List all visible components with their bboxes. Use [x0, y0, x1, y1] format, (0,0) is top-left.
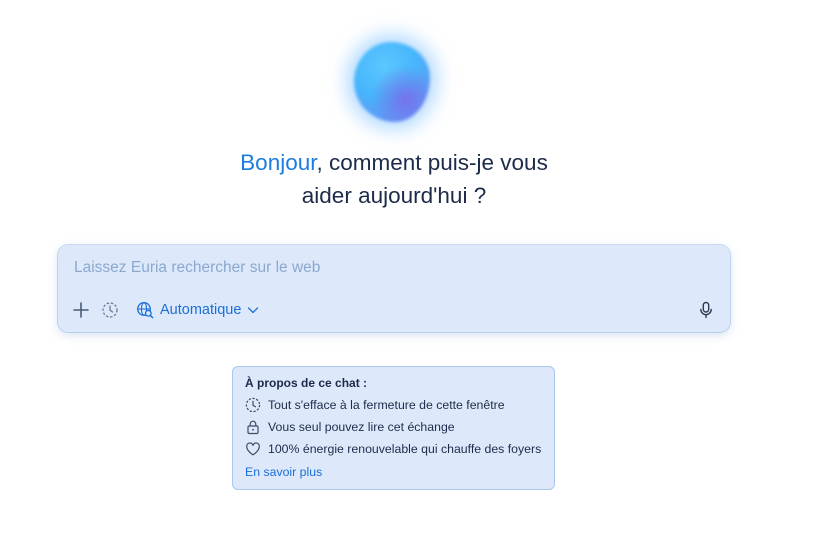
globe-search-icon	[137, 302, 154, 319]
add-attachment-button[interactable]	[70, 299, 92, 321]
page: Bonjour, comment puis-je vous aider aujo…	[0, 0, 824, 548]
learn-more-link[interactable]: En savoir plus	[245, 465, 322, 479]
chevron-down-icon	[248, 307, 259, 314]
greeting-heading: Bonjour, comment puis-je vous aider aujo…	[0, 146, 788, 212]
plus-icon	[73, 302, 89, 318]
info-card-title: À propos de ce chat :	[245, 376, 368, 390]
euria-blob-icon	[354, 42, 430, 122]
heart-icon	[244, 440, 261, 457]
info-item-ephemeral: Tout s'efface à la fermeture de cette fe…	[244, 396, 505, 413]
info-item-energy: 100% énergie renouvelable qui chauffe de…	[244, 440, 541, 457]
search-mode-select[interactable]: Automatique	[136, 298, 259, 322]
voice-input-button[interactable]	[695, 299, 717, 321]
prompt-box: Automatique	[58, 245, 730, 332]
ephemeral-chat-button[interactable]	[99, 299, 121, 321]
info-item-text: Tout s'efface à la fermeture de cette fe…	[268, 397, 505, 412]
microphone-icon	[700, 301, 712, 319]
info-item-text: Vous seul pouvez lire cet échange	[268, 419, 455, 434]
prompt-input[interactable]	[74, 259, 674, 277]
clock-dashed-icon	[102, 302, 118, 318]
chat-info-card: À propos de ce chat : Tout s'efface à la…	[232, 366, 555, 490]
euria-logo	[346, 36, 438, 128]
greeting-highlight: Bonjour	[240, 150, 317, 175]
info-item-text: 100% énergie renouvelable qui chauffe de…	[268, 441, 542, 456]
lock-icon	[244, 418, 261, 435]
search-mode-label: Automatique	[160, 302, 242, 318]
greeting-line1-rest: , comment puis-je vous	[316, 150, 548, 175]
clock-dashed-icon	[244, 396, 261, 413]
info-item-private: Vous seul pouvez lire cet échange	[244, 418, 455, 435]
greeting-line2: aider aujourd'hui ?	[301, 183, 487, 208]
